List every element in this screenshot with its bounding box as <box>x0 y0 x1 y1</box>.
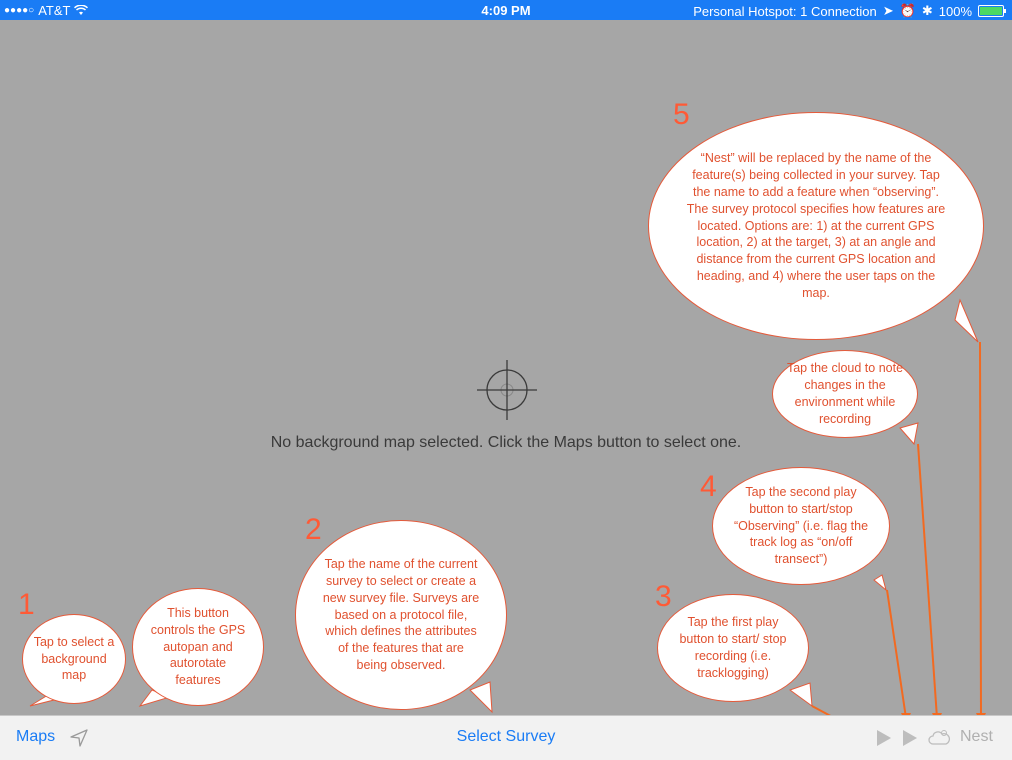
maps-button[interactable]: Maps <box>16 728 55 746</box>
select-survey-wrapper: Select Survey <box>0 728 1012 746</box>
callout-number-1: 1 <box>18 588 35 621</box>
callout-maps: Tap to select a background map <box>22 614 126 704</box>
callout-number-5: 5 <box>673 98 690 131</box>
bottom-toolbar: Maps Select Survey Nest <box>0 715 1012 760</box>
select-survey-button[interactable]: Select Survey <box>457 728 556 745</box>
observe-play-icon[interactable] <box>902 729 918 747</box>
callout-feature: “Nest” will be replaced by the name of t… <box>648 112 984 340</box>
callout-number-3: 3 <box>655 580 672 613</box>
nest-button[interactable]: Nest <box>960 728 993 746</box>
callout-gps-autopan: This button controls the GPS autopan and… <box>132 588 264 706</box>
callout-number-4: 4 <box>700 470 717 503</box>
weather-cloud-icon[interactable] <box>928 728 950 748</box>
record-play-icon[interactable] <box>876 729 892 747</box>
callout-select-survey: Tap the name of the current survey to se… <box>295 520 507 710</box>
callout-weather: Tap the cloud to note changes in the env… <box>772 350 918 438</box>
callout-record: Tap the first play button to start/ stop… <box>657 594 809 702</box>
callout-number-2: 2 <box>305 513 322 546</box>
gps-autopan-icon[interactable] <box>68 727 90 749</box>
callout-observing: Tap the second play button to start/stop… <box>712 467 890 585</box>
